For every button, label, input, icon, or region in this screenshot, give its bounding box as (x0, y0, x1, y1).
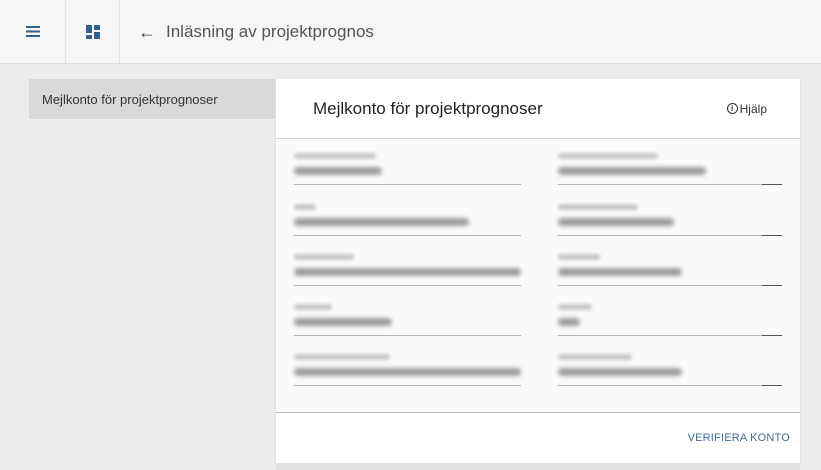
field-label-blurred (294, 304, 332, 310)
field-label-blurred (558, 204, 638, 210)
field-underline-end (762, 184, 782, 185)
field-value-blurred (558, 368, 682, 376)
field-label-blurred (558, 153, 658, 159)
field-label-blurred (558, 354, 632, 360)
field-label-blurred (294, 254, 354, 260)
field-value-blurred (294, 368, 521, 376)
field-value-blurred (294, 318, 392, 326)
field-value-blurred (294, 167, 382, 175)
field-underline (294, 385, 521, 386)
field-underline (558, 235, 762, 236)
field-label-blurred (294, 153, 376, 159)
info-circle-icon: i (726, 103, 738, 114)
help-label: Hjälp (739, 101, 767, 116)
menu-button[interactable] (0, 0, 66, 64)
field-underline (558, 385, 762, 386)
field-underline (558, 335, 762, 336)
form-fields (276, 140, 800, 412)
field-underline-end (762, 335, 782, 336)
field-value-blurred (294, 268, 521, 276)
nav-item-mejlkonto[interactable]: Mejlkonto för projektprognoser (29, 79, 275, 119)
field-underline (294, 235, 521, 236)
field-label-blurred (558, 304, 592, 310)
field-label-blurred (294, 354, 390, 360)
card-header: Mejlkonto för projektprognoser i Hjälp (276, 79, 800, 139)
field-value-blurred (558, 167, 706, 175)
verify-account-button[interactable]: VERIFIERA KONTO (688, 432, 790, 444)
card-title: Mejlkonto för projektprognoser (313, 98, 543, 118)
field-underline (558, 285, 762, 286)
settings-card: Mejlkonto för projektprognoser i Hjälp V… (276, 79, 800, 463)
field-underline (294, 184, 521, 185)
field-underline (294, 285, 521, 286)
field-value-blurred (558, 318, 580, 326)
field-value-blurred (294, 218, 469, 226)
page-header: ← Inläsning av projektprognos (120, 0, 374, 64)
field-value-blurred (558, 268, 682, 276)
field-label-blurred (558, 254, 600, 260)
help-button[interactable]: i Hjälp (726, 101, 767, 116)
field-label-blurred (294, 204, 316, 210)
dashboard-grid-icon (85, 24, 100, 39)
page-title: Inläsning av projektprognos (166, 21, 374, 41)
nav-item-label: Mejlkonto för projektprognoser (42, 91, 218, 107)
card-footer: VERIFIERA KONTO (276, 412, 800, 463)
top-bar: ← Inläsning av projektprognos (0, 0, 821, 64)
dashboard-button[interactable] (66, 0, 120, 64)
field-underline-end (762, 385, 782, 386)
field-underline (558, 184, 762, 185)
hamburger-menu-icon (25, 26, 40, 37)
field-value-blurred (558, 218, 674, 226)
field-underline-end (762, 235, 782, 236)
field-underline (294, 335, 521, 336)
card-bottom-edge (276, 463, 800, 470)
arrow-left-icon[interactable]: ← (138, 23, 156, 41)
field-underline-end (762, 285, 782, 286)
